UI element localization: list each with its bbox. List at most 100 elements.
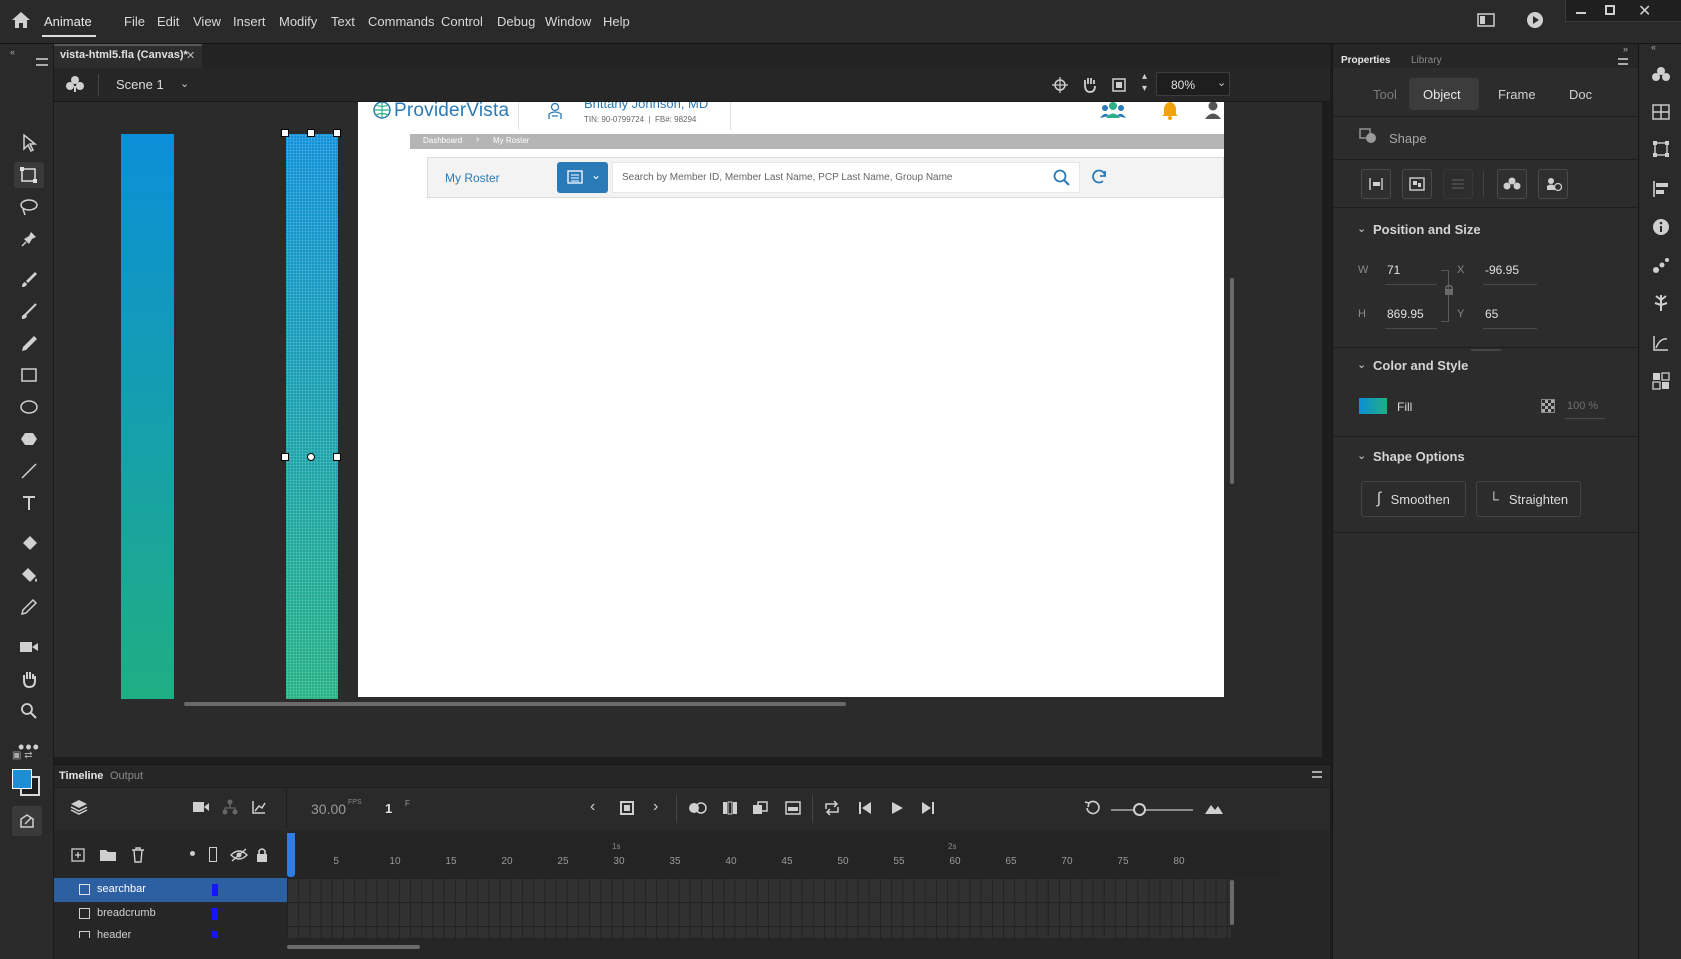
visibility-icon[interactable]: [230, 848, 248, 865]
smoothen-button[interactable]: ʃ Smoothen: [1361, 481, 1466, 517]
assets-grid-icon[interactable]: [1652, 372, 1670, 393]
transform-handle-tl[interactable]: [281, 129, 289, 137]
timeline-vertical-scrollbar[interactable]: [1230, 880, 1234, 925]
frame-view-mountains-icon[interactable]: [1204, 801, 1224, 818]
tab-properties[interactable]: Properties: [1341, 55, 1390, 66]
workspace-icon[interactable]: [1477, 13, 1495, 30]
menu-modify[interactable]: Modify: [279, 14, 317, 29]
chevron-down-icon[interactable]: ⌄: [1357, 222, 1366, 235]
tab-output[interactable]: Output: [110, 770, 143, 782]
delete-layer-icon[interactable]: [131, 847, 145, 866]
properties-menu-icon[interactable]: [1618, 58, 1628, 65]
chevron-down-icon[interactable]: ⌄: [1357, 449, 1366, 462]
tools-menu-icon[interactable]: [36, 58, 48, 66]
stage-vertical-scrollbar[interactable]: [1230, 278, 1234, 484]
breadcrumb-item-dashboard[interactable]: Dashboard: [423, 136, 462, 145]
layer-color-swatch[interactable]: [212, 908, 218, 920]
menu-edit[interactable]: Edit: [157, 14, 179, 29]
rectangle-tool-icon[interactable]: [14, 362, 44, 388]
gradient-bar-selected[interactable]: [286, 134, 338, 699]
outline-layer-icon[interactable]: [209, 847, 217, 862]
breadcrumb-item-roster[interactable]: My Roster: [493, 136, 529, 145]
frame-zoom-thumb[interactable]: [1133, 803, 1146, 816]
graph-icon[interactable]: [251, 799, 267, 818]
transform-center-point[interactable]: [307, 453, 315, 461]
height-field[interactable]: 869.95: [1387, 307, 1424, 321]
camera-tool-icon[interactable]: [14, 634, 44, 660]
playhead[interactable]: [287, 833, 295, 877]
swap-colors-icon[interactable]: ▣ ⇄: [12, 750, 33, 761]
play-icon[interactable]: [890, 801, 904, 818]
document-tab[interactable]: vista-html5.fla (Canvas)* ✕: [54, 44, 202, 68]
test-movie-icon[interactable]: [1526, 11, 1544, 32]
collapse-strip-icon[interactable]: «: [1651, 42, 1656, 52]
search-icon[interactable]: [1053, 169, 1071, 190]
fps-value[interactable]: 30.00: [311, 801, 346, 817]
menu-file[interactable]: File: [124, 14, 145, 29]
menu-text[interactable]: Text: [331, 14, 355, 29]
free-transform-tool-icon[interactable]: [14, 162, 44, 188]
layer-row-searchbar[interactable]: searchbar: [54, 878, 287, 902]
camera-icon[interactable]: [192, 801, 210, 816]
current-frame[interactable]: 1: [385, 801, 392, 816]
fill-swatch[interactable]: [1359, 398, 1387, 414]
zoom-stepper-icon[interactable]: ▴ ▾: [1142, 71, 1147, 95]
text-tool-icon[interactable]: [14, 490, 44, 516]
gradient-bar-left[interactable]: [121, 134, 174, 699]
subtab-doc[interactable]: Doc: [1569, 87, 1592, 102]
paint-bucket-tool-icon[interactable]: [14, 562, 44, 588]
bell-icon[interactable]: [1161, 102, 1179, 123]
oval-tool-icon[interactable]: [14, 394, 44, 420]
straighten-button[interactable]: └ Straighten: [1476, 481, 1581, 517]
document-tab-close-icon[interactable]: ✕: [186, 49, 195, 62]
timeline-horizontal-scrollbar[interactable]: [287, 945, 420, 949]
menu-window[interactable]: Window: [545, 14, 591, 29]
stage-horizontal-scrollbar[interactable]: [184, 702, 846, 706]
lock-aspect-icon[interactable]: [1444, 284, 1454, 299]
layer-color-swatch[interactable]: [212, 884, 218, 896]
frame-zoom-slider[interactable]: [1111, 809, 1193, 811]
layer-row-header[interactable]: header: [54, 926, 287, 938]
zoom-field[interactable]: 80% ⌄: [1156, 72, 1230, 96]
next-keyframe-icon[interactable]: ›: [653, 798, 658, 816]
y-field[interactable]: 65: [1485, 307, 1498, 321]
highlight-dot-icon[interactable]: [190, 851, 195, 856]
scene-name[interactable]: Scene 1: [116, 77, 164, 92]
collapse-tools-icon[interactable]: «: [10, 47, 15, 57]
zoom-tool-icon[interactable]: [14, 698, 44, 724]
hand-tool-icon[interactable]: [14, 666, 44, 692]
transform-panel-icon[interactable]: [1652, 140, 1670, 161]
lasso-tool-icon[interactable]: [14, 194, 44, 220]
clip-stage-icon[interactable]: [1111, 77, 1127, 96]
opacity-field[interactable]: 100 %: [1567, 400, 1598, 412]
library-grid-icon[interactable]: [1652, 104, 1670, 123]
menu-view[interactable]: View: [193, 14, 221, 29]
lock-icon[interactable]: [256, 847, 268, 866]
convert-to-bitmap-icon[interactable]: [1538, 169, 1568, 199]
width-field[interactable]: 71: [1387, 263, 1400, 277]
list-view-dropdown[interactable]: ⌄: [557, 162, 608, 193]
edit-multiple-frames-icon[interactable]: [752, 801, 768, 818]
snap-icon[interactable]: [1052, 77, 1068, 96]
menu-control[interactable]: Control: [441, 14, 483, 29]
pencil-tool-icon[interactable]: [14, 330, 44, 356]
chevron-down-icon[interactable]: ⌄: [1357, 358, 1366, 371]
paint-brush-tool-icon[interactable]: [14, 266, 44, 292]
motion-presets-icon[interactable]: [1652, 256, 1670, 277]
section-resize-grip[interactable]: [1471, 349, 1501, 351]
menu-insert[interactable]: Insert: [233, 14, 266, 29]
transform-handle-tc[interactable]: [307, 129, 315, 137]
layer-color-swatch[interactable]: [212, 931, 218, 938]
collapse-panel-icon[interactable]: »: [1623, 44, 1628, 54]
selection-tool-icon[interactable]: [14, 130, 44, 156]
insert-keyframe-icon[interactable]: [620, 801, 634, 815]
new-layer-icon[interactable]: [71, 848, 85, 865]
home-icon[interactable]: [11, 11, 31, 32]
reset-zoom-icon[interactable]: [1083, 800, 1101, 819]
edit-toolbar-icon[interactable]: [12, 806, 42, 836]
profile-icon[interactable]: [1204, 102, 1222, 123]
eraser-tool-icon[interactable]: [14, 530, 44, 556]
loop-icon[interactable]: [823, 800, 841, 819]
step-forward-icon[interactable]: [921, 801, 935, 818]
onion-outlines-icon[interactable]: [722, 801, 738, 818]
